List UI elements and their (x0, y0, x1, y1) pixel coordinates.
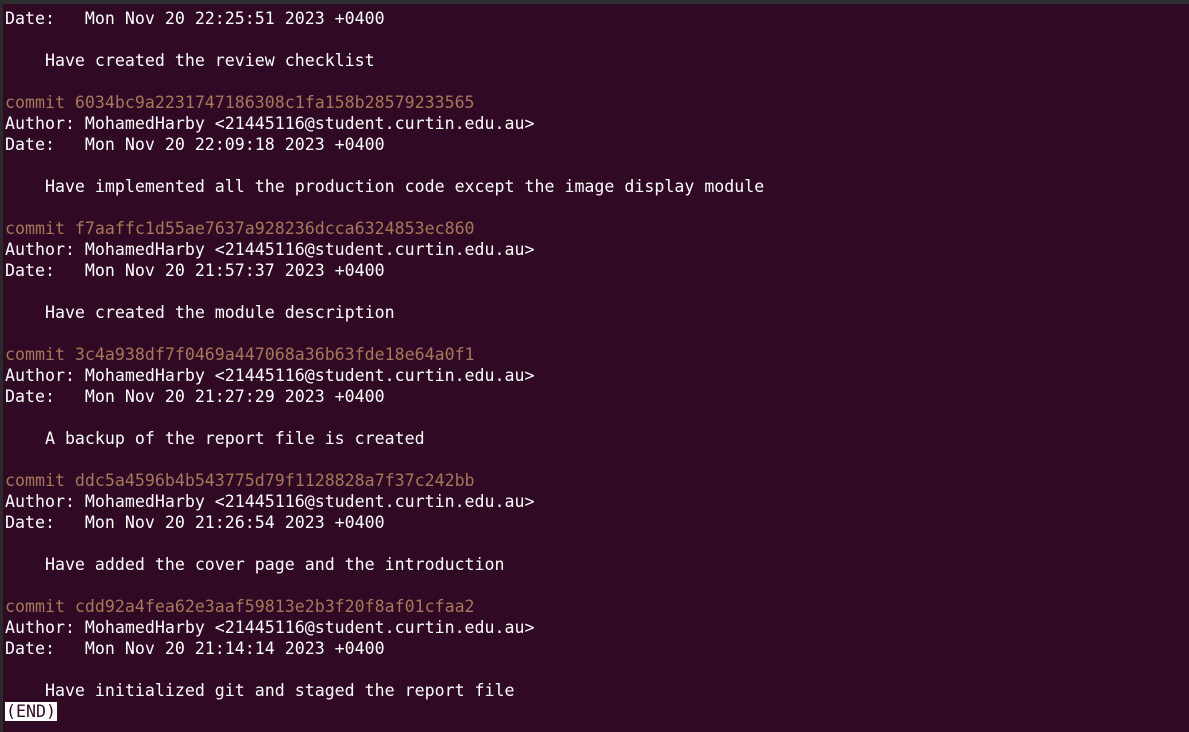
log-line-blank (5, 155, 764, 176)
log-line-date: Date: Mon Nov 20 21:27:29 2023 +0400 (5, 387, 385, 406)
log-line-date: Date: Mon Nov 20 21:26:54 2023 +0400 (5, 513, 385, 532)
log-line-blank (5, 29, 764, 50)
log-line-message: Have implemented all the production code… (5, 177, 765, 196)
log-line-blank (5, 323, 764, 344)
log-line-commit: commit ddc5a4596b4b543775d79f1128828a7f3… (5, 471, 475, 490)
log-line-message: Have initialized git and staged the repo… (5, 681, 515, 700)
log-line-blank (5, 533, 764, 554)
log-line-author: Author: MohamedHarby <21445116@student.c… (5, 114, 535, 133)
log-line-author: Author: MohamedHarby <21445116@student.c… (5, 618, 535, 637)
log-line-message: Have created the review checklist (5, 51, 375, 70)
log-line-author: Author: MohamedHarby <21445116@student.c… (5, 366, 535, 385)
log-line-message: Have added the cover page and the introd… (5, 555, 505, 574)
log-line-commit: commit 6034bc9a2231747186308c1fa158b2857… (5, 93, 475, 112)
log-line-date: Date: Mon Nov 20 21:14:14 2023 +0400 (5, 639, 385, 658)
pager-end-indicator: (END) (5, 702, 57, 721)
log-line-date: Date: Mon Nov 20 21:57:37 2023 +0400 (5, 261, 385, 280)
log-line-blank (5, 281, 764, 302)
pager-status-line: (END) (5, 701, 764, 722)
log-line-blank (5, 197, 764, 218)
log-line-blank (5, 407, 764, 428)
log-line-commit: commit cdd92a4fea62e3aaf59813e2b3f20f8af… (5, 597, 475, 616)
log-line-message: A backup of the report file is created (5, 429, 425, 448)
log-line-author: Author: MohamedHarby <21445116@student.c… (5, 492, 535, 511)
terminal-window[interactable]: Date: Mon Nov 20 22:25:51 2023 +0400 Hav… (0, 0, 1189, 732)
log-line-blank (5, 449, 764, 470)
log-line-commit: commit f7aaffc1d55ae7637a928236dcca63248… (5, 219, 475, 238)
log-line-blank (5, 659, 764, 680)
log-line-message: Have created the module description (5, 303, 395, 322)
log-line-author: Author: MohamedHarby <21445116@student.c… (5, 240, 535, 259)
log-line-blank (5, 575, 764, 596)
log-line-commit: commit 3c4a938df7f0469a447068a36b63fde18… (5, 345, 475, 364)
log-line-date: Date: Mon Nov 20 22:25:51 2023 +0400 (5, 9, 385, 28)
git-log-output: Date: Mon Nov 20 22:25:51 2023 +0400 Hav… (5, 8, 764, 722)
log-line-date: Date: Mon Nov 20 22:09:18 2023 +0400 (5, 135, 385, 154)
log-line-blank (5, 71, 764, 92)
